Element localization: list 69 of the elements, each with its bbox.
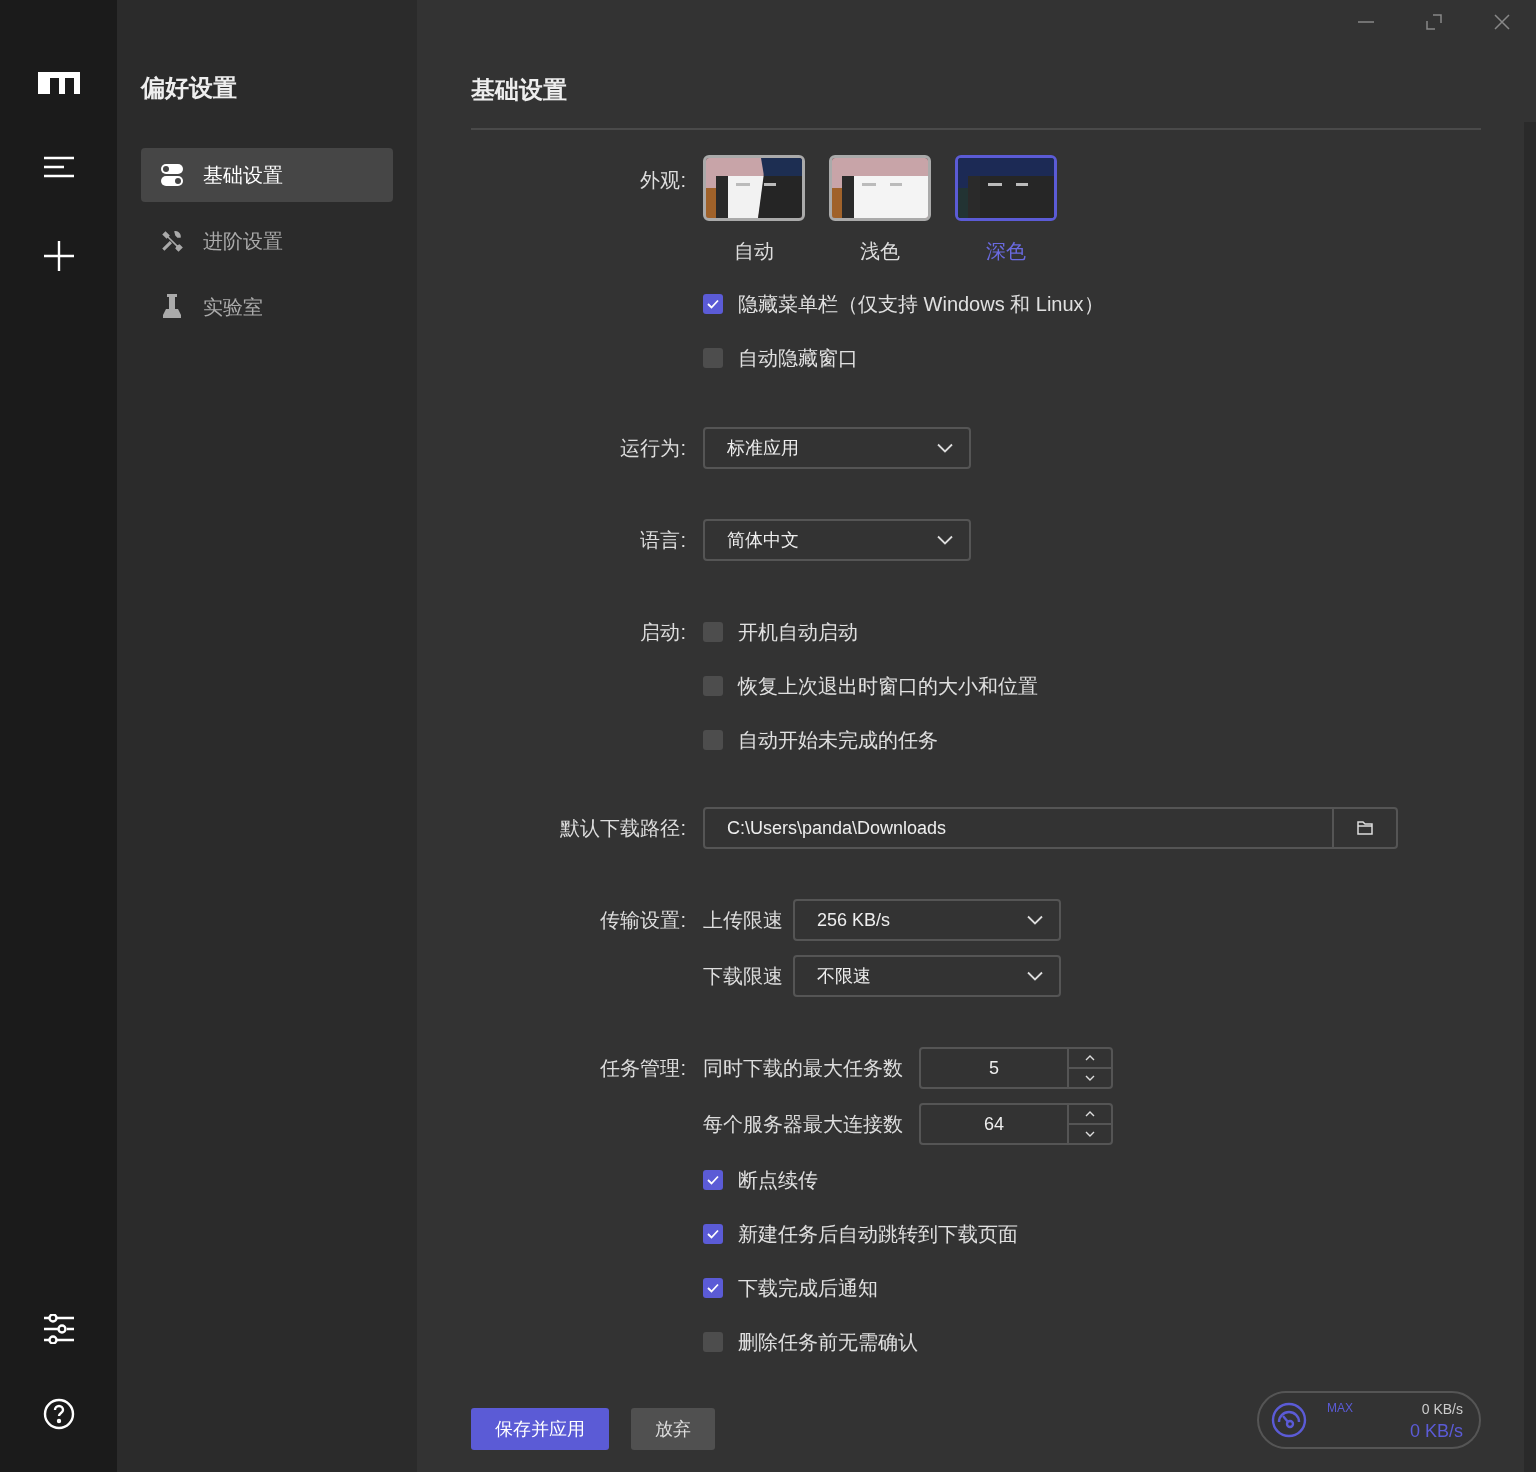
- checkbox-label: 隐藏菜单栏（仅支持 Windows 和 Linux）: [738, 292, 1104, 317]
- checkbox[interactable]: [703, 622, 723, 642]
- setting-label: 启动:: [639, 620, 686, 645]
- setting-label: 默认下载路径:: [559, 816, 686, 841]
- setting-label: 传输设置:: [599, 908, 686, 933]
- dropdown[interactable]: 不限速: [793, 955, 1061, 997]
- sidebar-item[interactable]: 进阶设置: [141, 214, 393, 268]
- tools-icon: [159, 228, 185, 254]
- checkmark-icon: [707, 1175, 719, 1185]
- field-label: 同时下载的最大任务数: [703, 1056, 904, 1081]
- dropdown[interactable]: 标准应用: [703, 427, 971, 469]
- checkbox[interactable]: [703, 1224, 723, 1244]
- checkbox[interactable]: [703, 730, 723, 750]
- flask-icon: [161, 294, 183, 320]
- speedometer-icon: [1271, 1402, 1307, 1438]
- checkmark-icon: [707, 1283, 719, 1293]
- checkbox[interactable]: [703, 294, 723, 314]
- dropdown[interactable]: 256 KB/s: [793, 899, 1061, 941]
- checkbox-label: 删除任务前无需确认: [738, 1330, 918, 1355]
- setting-label: 运行为:: [619, 436, 686, 461]
- sidebar-item[interactable]: 基础设置: [141, 148, 393, 202]
- checkbox[interactable]: [703, 1278, 723, 1298]
- close-icon[interactable]: [1493, 13, 1511, 31]
- field-label: 上传限速: [703, 908, 784, 933]
- theme-label: 自动: [734, 239, 774, 264]
- number-field[interactable]: 64: [919, 1103, 1113, 1145]
- theme-label: 深色: [986, 239, 1026, 264]
- toggle-icon: [160, 163, 184, 187]
- checkbox[interactable]: [703, 676, 723, 696]
- checkbox[interactable]: [703, 1332, 723, 1352]
- field-label: 下载限速: [703, 964, 784, 989]
- app-logo-icon: [37, 72, 80, 94]
- checkbox-label: 下载完成后通知: [738, 1276, 878, 1301]
- minimize-icon[interactable]: [1357, 20, 1375, 24]
- checkmark-icon: [707, 1229, 719, 1239]
- save-button[interactable]: 保存并应用: [471, 1408, 609, 1450]
- settings-sliders-icon[interactable]: [42, 1314, 75, 1344]
- checkbox-label: 自动隐藏窗口: [738, 346, 858, 371]
- checkbox[interactable]: [703, 348, 723, 368]
- checkbox-label: 恢复上次退出时窗口的大小和位置: [738, 674, 1038, 699]
- plus-icon[interactable]: [42, 240, 75, 272]
- dropdown[interactable]: 简体中文: [703, 519, 971, 561]
- field-label: 每个服务器最大连接数: [703, 1112, 904, 1137]
- chevron-down-icon: [1027, 971, 1043, 981]
- chevron-down-icon: [1027, 915, 1043, 925]
- menu-icon[interactable]: [42, 156, 75, 178]
- sidebar-title: 偏好设置: [141, 73, 238, 103]
- page-title: 基础设置: [471, 72, 1481, 130]
- theme-label: 浅色: [860, 239, 900, 264]
- max-label: MAX: [1327, 1400, 1353, 1417]
- checkbox[interactable]: [703, 1170, 723, 1190]
- checkbox-label: 自动开始未完成的任务: [738, 728, 938, 753]
- checkbox-label: 断点续传: [738, 1168, 818, 1193]
- chevron-down-icon: [937, 443, 953, 453]
- maximize-icon[interactable]: [1425, 13, 1443, 31]
- path-field[interactable]: C:\Users\panda\Downloads: [703, 807, 1398, 849]
- setting-label: 外观:: [639, 168, 686, 193]
- checkbox-label: 开机自动启动: [738, 620, 858, 645]
- discard-button[interactable]: 放弃: [631, 1408, 715, 1450]
- checkbox-label: 新建任务后自动跳转到下载页面: [738, 1222, 1018, 1247]
- number-field[interactable]: 5: [919, 1047, 1113, 1089]
- help-icon[interactable]: [42, 1398, 75, 1430]
- download-speed: 0 KB/s: [1409, 1419, 1463, 1442]
- setting-label: 语言:: [639, 528, 686, 553]
- upload-speed: 0 KB/s: [1421, 1399, 1463, 1419]
- checkmark-icon: [707, 299, 719, 309]
- chevron-down-icon: [937, 535, 953, 545]
- sidebar-item[interactable]: 实验室: [141, 280, 393, 334]
- setting-label: 任务管理:: [599, 1056, 686, 1081]
